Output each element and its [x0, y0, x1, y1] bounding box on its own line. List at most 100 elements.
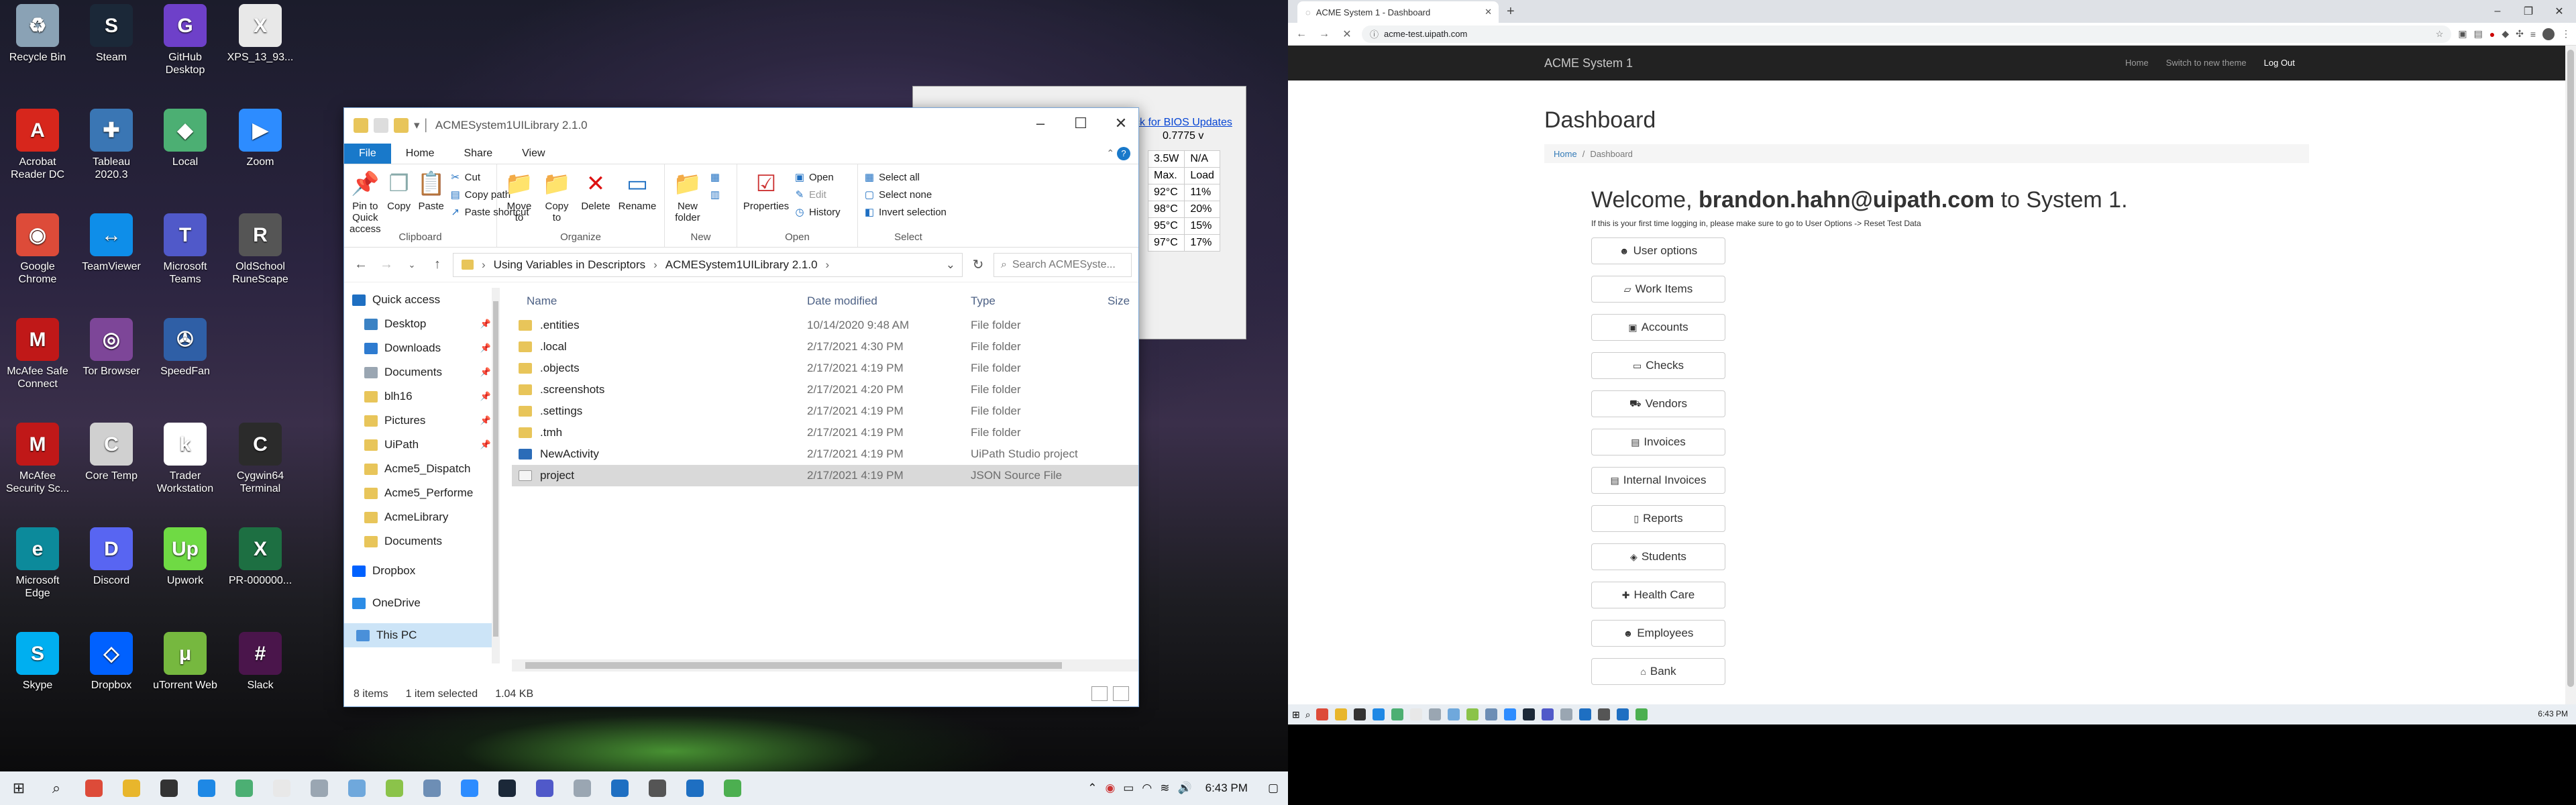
- forward-arrow-icon[interactable]: →: [1316, 28, 1332, 40]
- tray-chevron-icon[interactable]: ⌃: [1087, 782, 1097, 795]
- quick-access-dropdown-icon[interactable]: ▾ │: [414, 119, 430, 132]
- column-size-header[interactable]: Size: [1108, 294, 1138, 308]
- extension-icon[interactable]: ▤: [2474, 28, 2483, 40]
- browser-tab[interactable]: ◌ ACME System 1 - Dashboard ✕: [1297, 1, 1499, 23]
- app-icon[interactable]: [338, 771, 376, 805]
- file-row[interactable]: NewActivity 2/17/2021 4:19 PM UiPath Studi…: [512, 443, 1138, 465]
- desktop-icon[interactable]: ✚ Tableau 2020.3: [76, 109, 146, 181]
- nav-item[interactable]: Acme5_Dispatch: [344, 457, 499, 481]
- nav-home-link[interactable]: Home: [2125, 58, 2149, 68]
- hscroll-thumb[interactable]: [525, 662, 1062, 669]
- media-icon[interactable]: ≡: [2530, 29, 2536, 40]
- nav-item[interactable]: Acme5_Performe: [344, 481, 499, 505]
- horizontal-scrollbar[interactable]: [512, 659, 1138, 672]
- pin-icon[interactable]: 📌: [480, 439, 491, 450]
- column-name-header[interactable]: Name: [512, 294, 807, 308]
- puzzle-icon[interactable]: ✣: [2516, 28, 2524, 40]
- details-view-icon[interactable]: [1091, 686, 1108, 701]
- column-date-header[interactable]: Date modified: [807, 294, 971, 308]
- taskbar-app-icon[interactable]: [1635, 708, 1648, 720]
- app-icon[interactable]: [564, 771, 601, 805]
- nav-item[interactable]: UiPath 📌: [344, 433, 499, 457]
- taskbar-app-icon[interactable]: [1428, 708, 1441, 720]
- back-arrow-icon[interactable]: ←: [1293, 28, 1309, 40]
- file-explorer-window[interactable]: ▾ │ ACMESystem1UILibrary 2.1.0 – ☐ ✕ Fil…: [343, 107, 1139, 707]
- desktop-icon[interactable]: R OldSchool RuneScape: [225, 213, 295, 286]
- pin-icon[interactable]: 📌: [480, 415, 491, 426]
- desktop-icon[interactable]: k Trader Workstation: [150, 423, 220, 495]
- bookmark-star-icon[interactable]: ☆: [2436, 29, 2444, 40]
- ribbon-collapse-icon[interactable]: ⌃ ?: [1106, 146, 1130, 160]
- select-all-button[interactable]: ▦ Select all: [863, 171, 947, 184]
- nav-logout-link[interactable]: Log Out: [2264, 58, 2295, 68]
- invert-selection-button[interactable]: ◧ Invert selection: [863, 206, 947, 219]
- windows-start-icon[interactable]: ⊞: [0, 771, 38, 805]
- taskbar-app-icon[interactable]: [1578, 708, 1591, 720]
- file-row[interactable]: .tmh 2/17/2021 4:19 PM File folder: [512, 422, 1138, 443]
- nav-item[interactable]: Quick access: [344, 288, 499, 312]
- up-arrow-icon[interactable]: ↑: [427, 257, 447, 272]
- new-folder-icon[interactable]: [394, 118, 409, 133]
- desktop-icon[interactable]: ↔ TeamViewer: [76, 213, 146, 273]
- taskbar-app-icon[interactable]: [1447, 708, 1460, 720]
- dashboard-button[interactable]: ▣ Accounts: [1591, 314, 1725, 341]
- desktop-icon[interactable]: Up Upwork: [150, 527, 220, 587]
- steam-icon[interactable]: [488, 771, 526, 805]
- nav-item[interactable]: Pictures 📌: [344, 409, 499, 433]
- tab-file[interactable]: File: [344, 143, 391, 164]
- desktop-icon[interactable]: C Cygwin64 Terminal: [225, 423, 295, 495]
- file-row[interactable]: .settings 2/17/2021 4:19 PM File folder: [512, 400, 1138, 422]
- search-input[interactable]: ⌕ Search ACMESyste...: [994, 252, 1132, 277]
- notifications-icon[interactable]: ▢: [1268, 782, 1279, 795]
- nav-item[interactable]: This PC: [344, 623, 499, 647]
- nav-item[interactable]: Desktop 📌: [344, 312, 499, 336]
- taskbar-app-icon[interactable]: [1372, 708, 1385, 720]
- acme-brand[interactable]: ACME System 1: [1544, 56, 1633, 70]
- desktop-icon[interactable]: C Core Temp: [76, 423, 146, 482]
- column-type-header[interactable]: Type: [971, 294, 1108, 308]
- address-dropdown-icon[interactable]: ⌄: [946, 258, 955, 272]
- taskbar-app-icon[interactable]: [1503, 708, 1516, 720]
- dashboard-button[interactable]: ✚ Health Care: [1591, 582, 1725, 608]
- dashboard-button[interactable]: ⌂ Bank: [1591, 658, 1725, 685]
- taskbar-app-icon[interactable]: [1560, 708, 1572, 720]
- volume-icon[interactable]: 🔊: [1177, 782, 1191, 795]
- file-row[interactable]: .objects 2/17/2021 4:19 PM File folder: [512, 358, 1138, 379]
- desktop-icon[interactable]: A Acrobat Reader DC: [3, 109, 72, 181]
- taskbar-app-icon[interactable]: [1409, 708, 1422, 720]
- select-none-button[interactable]: ▢ Select none: [863, 189, 947, 201]
- nav-scrollbar[interactable]: [492, 288, 500, 663]
- pin-icon[interactable]: 📌: [480, 343, 491, 354]
- desktop-icon[interactable]: D Discord: [76, 527, 146, 587]
- app-icon[interactable]: [376, 771, 413, 805]
- desktop-icon[interactable]: ◎ Tor Browser: [76, 318, 146, 378]
- mcafee-tray-icon[interactable]: ◉: [1105, 782, 1115, 795]
- tab-share[interactable]: Share: [449, 144, 507, 164]
- forward-arrow-icon[interactable]: →: [376, 257, 396, 272]
- app-icon[interactable]: [225, 771, 263, 805]
- page-scroll-thumb[interactable]: [2567, 50, 2574, 687]
- breadcrumb-home-link[interactable]: Home: [1554, 149, 1577, 159]
- desktop-icon[interactable]: μ uTorrent Web: [150, 632, 220, 692]
- clock[interactable]: 6:43 PM: [1205, 782, 1248, 795]
- bios-update-link[interactable]: ck for BIOS Updates: [1134, 117, 1232, 129]
- profile-avatar[interactable]: [2542, 28, 2555, 40]
- taskbar-app-icon[interactable]: [1522, 708, 1535, 720]
- extension-icon[interactable]: ◆: [2502, 28, 2509, 40]
- dashboard-button[interactable]: ◈ Students: [1591, 543, 1725, 570]
- taskbar-app-icon[interactable]: [1541, 708, 1554, 720]
- windows-start-icon[interactable]: ⊞: [1292, 709, 1300, 720]
- pin-icon[interactable]: 📌: [480, 319, 491, 329]
- dashboard-button[interactable]: ▯ Reports: [1591, 505, 1725, 532]
- settings-icon[interactable]: [639, 771, 676, 805]
- battery-icon[interactable]: ▭: [1123, 782, 1134, 795]
- nav-scroll-thumb[interactable]: [493, 301, 498, 637]
- dashboard-button[interactable]: ☻ Employees: [1591, 620, 1725, 647]
- taskbar-app-icon[interactable]: [1316, 708, 1328, 720]
- desktop-icon[interactable]: e Microsoft Edge: [3, 527, 72, 600]
- taskbar-app-icon[interactable]: [1466, 708, 1479, 720]
- desktop-icon[interactable]: T Microsoft Teams: [150, 213, 220, 286]
- desktop-icon[interactable]: M McAfee Safe Connect: [3, 318, 72, 390]
- recent-locations-icon[interactable]: ⌄: [402, 260, 422, 270]
- pin-icon[interactable]: 📌: [480, 367, 491, 378]
